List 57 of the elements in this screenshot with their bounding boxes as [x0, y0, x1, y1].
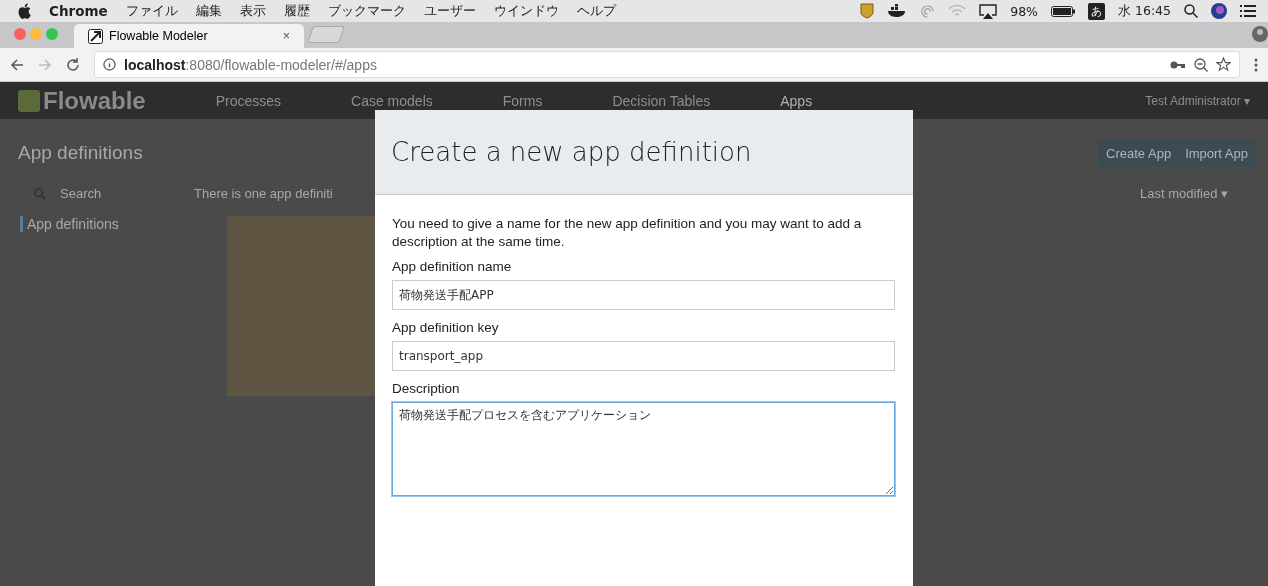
nav-tab[interactable]: Forms — [502, 92, 543, 109]
text-field[interactable]: transport_app — [392, 341, 895, 371]
nav-tab[interactable]: Processes — [215, 92, 282, 109]
back-icon[interactable] — [10, 57, 24, 72]
text-field[interactable]: 荷物発送手配APP — [392, 280, 895, 310]
shield-icon[interactable] — [860, 3, 875, 19]
field-label: App definition name — [392, 259, 513, 274]
battery-percent: 98% — [1010, 3, 1038, 19]
summary-text: There is one app definiti — [194, 186, 333, 201]
menu-item[interactable]: 履歴 — [283, 2, 310, 20]
field-label: App definition key — [392, 320, 500, 335]
user-menu[interactable]: Test Administrator ▾ — [1145, 93, 1250, 108]
menu-item[interactable]: ウインドウ — [493, 2, 559, 20]
menu-item[interactable]: ユーザー — [423, 2, 476, 20]
info-icon[interactable] — [103, 58, 116, 71]
field-label: Description — [392, 381, 461, 396]
nav-tab[interactable]: Decision Tables — [612, 92, 711, 109]
orb-icon[interactable] — [1211, 3, 1227, 19]
menu-item[interactable]: 表示 — [239, 2, 266, 20]
input-method-indicator[interactable]: あ — [1088, 2, 1105, 20]
apple-icon[interactable] — [18, 3, 31, 19]
nav-tab[interactable]: Apps — [780, 92, 813, 109]
airplay-icon[interactable] — [979, 3, 998, 19]
url-text: localhost:8080/flowable-modeler/#/apps — [124, 56, 377, 73]
app-logo[interactable]: Flowable — [18, 86, 146, 115]
sort-dropdown[interactable]: Last modified ▾ — [1140, 186, 1228, 201]
page-heading: App definitions — [18, 142, 143, 164]
menu-item[interactable]: ブックマーク — [327, 2, 406, 20]
more-icon[interactable] — [1254, 57, 1258, 72]
dialog-intro-text: You need to give a name for the new app definition and you may want to add a description at the same time. — [392, 215, 863, 251]
menu-app-name[interactable]: Chrome — [49, 3, 108, 19]
clock[interactable]: 水 16:45 — [1118, 2, 1171, 20]
tab-title: Flowable Modeler — [109, 29, 208, 43]
list-icon[interactable] — [1240, 5, 1256, 17]
zoom-out-icon[interactable] — [1194, 57, 1208, 72]
menu-item[interactable]: ヘルプ — [576, 2, 616, 20]
toolbar-button[interactable]: Import App — [1185, 145, 1248, 161]
sidebar-item[interactable]: App definitions — [20, 216, 167, 232]
tab-close-button[interactable]: × — [282, 29, 290, 43]
whale-icon[interactable] — [887, 4, 908, 18]
key-icon[interactable] — [1170, 59, 1186, 70]
menu-item[interactable]: ファイル — [125, 2, 178, 20]
battery-icon[interactable] — [1051, 5, 1075, 17]
search-icon[interactable] — [1184, 4, 1198, 18]
toolbar-button[interactable]: Create App — [1106, 145, 1172, 161]
browser-tab[interactable]: Flowable Modeler × — [74, 24, 304, 48]
menu-item[interactable]: 編集 — [195, 2, 222, 20]
address-bar[interactable]: localhost:8080/flowable-modeler/#/apps — [94, 51, 1240, 78]
reload-icon[interactable] — [66, 57, 80, 72]
profile-icon[interactable] — [1252, 26, 1268, 42]
dialog-title: Create a new app definition — [391, 137, 752, 167]
star-icon[interactable] — [1216, 57, 1231, 72]
description-field[interactable]: 荷物発送手配プロセスを含むアプリケーション — [392, 402, 895, 496]
logo-icon — [18, 89, 40, 112]
nav-tab[interactable]: Case models — [351, 92, 433, 109]
search-field[interactable]: Search — [58, 185, 182, 202]
app-favicon-icon — [88, 28, 103, 44]
